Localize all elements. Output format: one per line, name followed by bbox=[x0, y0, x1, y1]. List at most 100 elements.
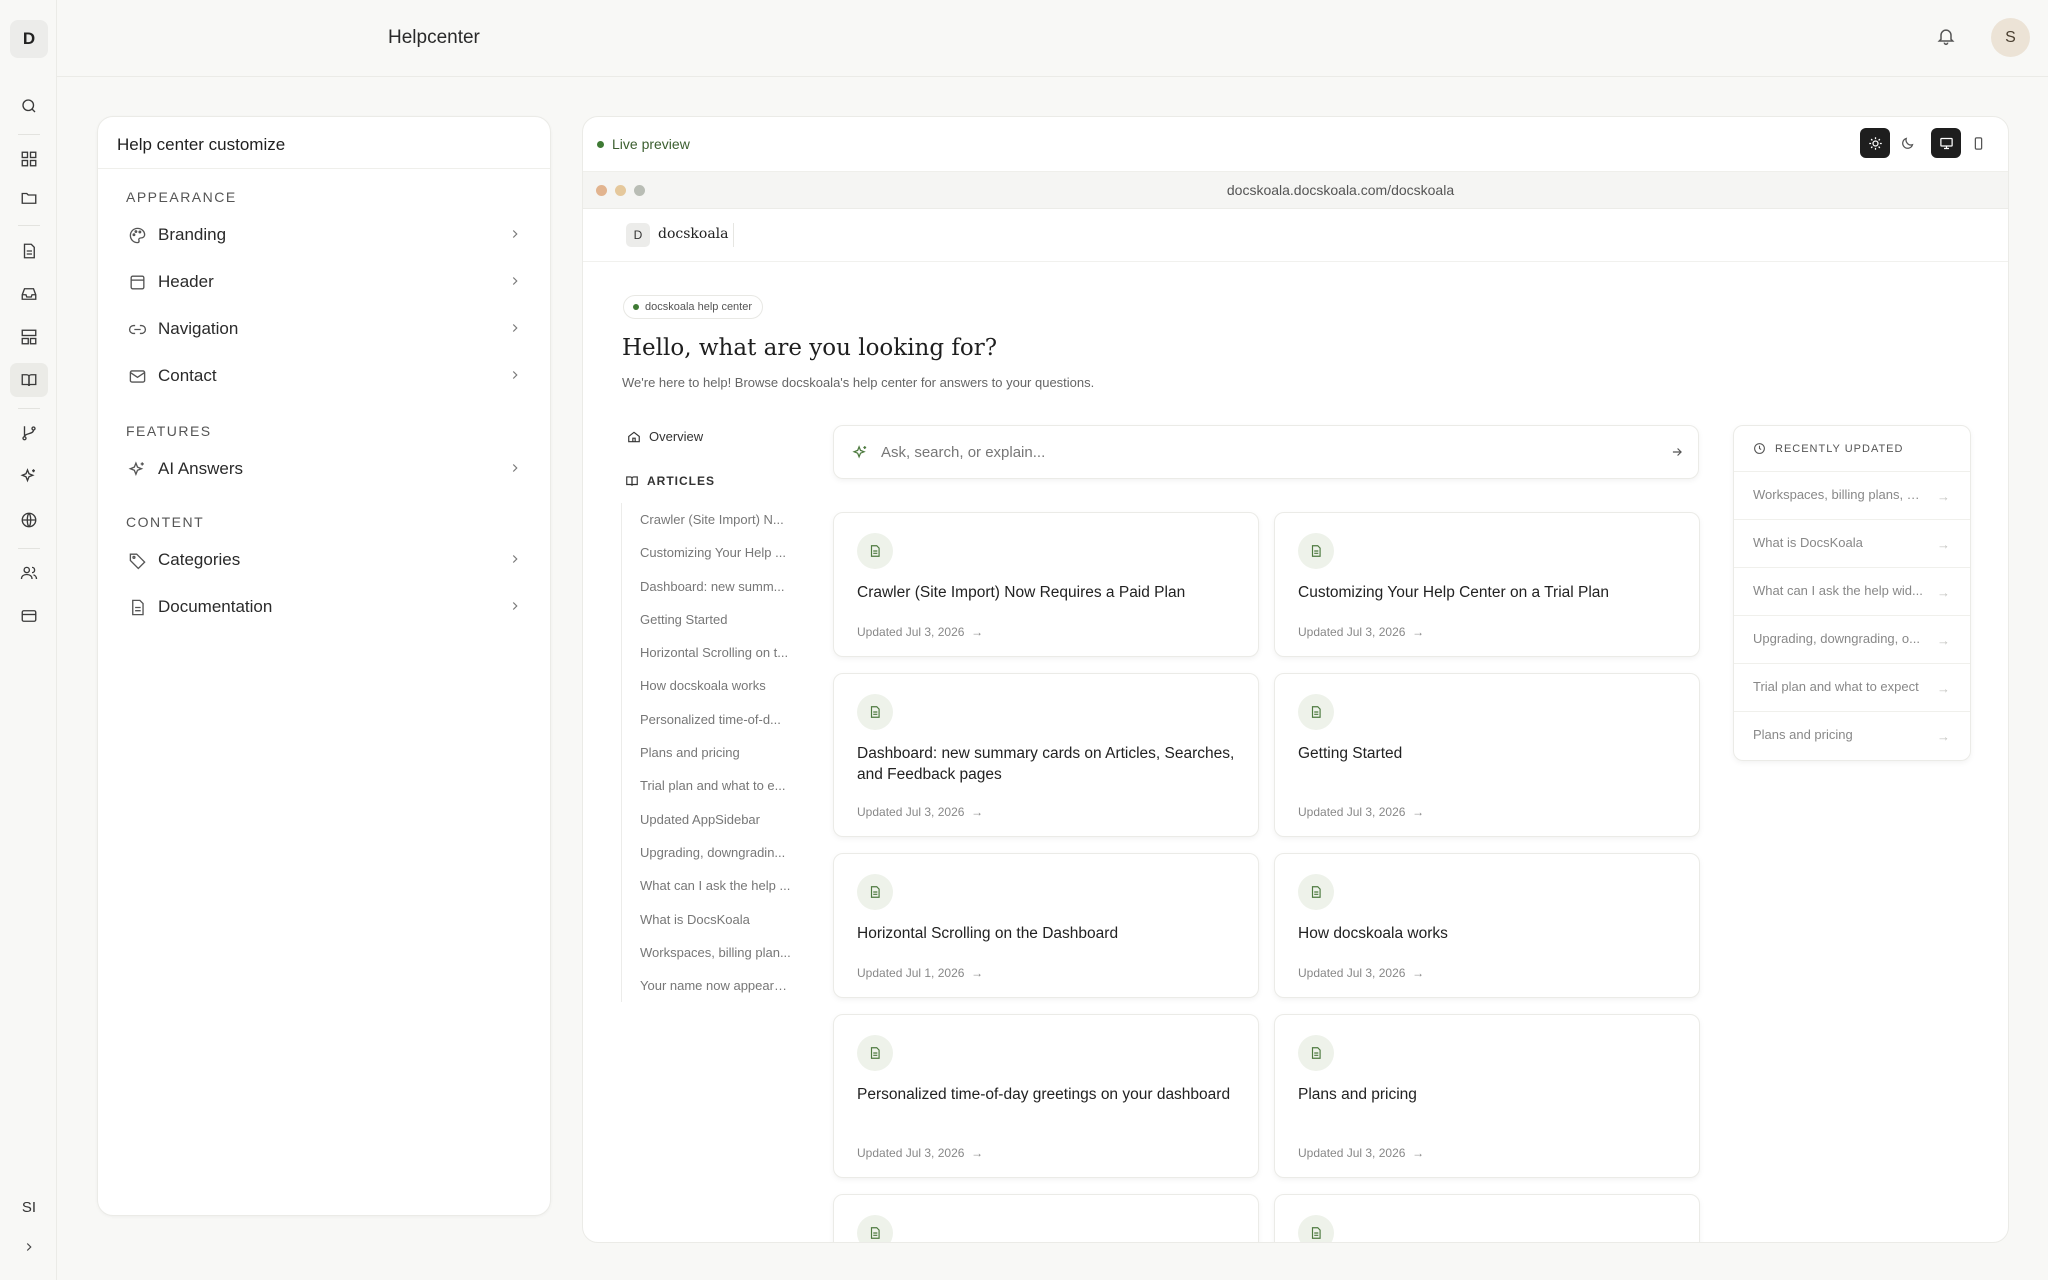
mobile-icon[interactable] bbox=[1963, 128, 1993, 158]
folder-icon[interactable] bbox=[10, 181, 48, 215]
file-icon bbox=[857, 874, 893, 910]
git-branch-icon[interactable] bbox=[10, 416, 48, 450]
sidebar-article-link[interactable]: Personalized time-of-d... bbox=[622, 703, 791, 736]
credit-card-icon[interactable] bbox=[10, 599, 48, 633]
file-icon bbox=[1298, 1215, 1334, 1242]
inbox-icon[interactable] bbox=[10, 277, 48, 311]
recent-article-link[interactable]: Plans and pricing → bbox=[1734, 712, 1970, 760]
window-icon bbox=[126, 271, 148, 293]
help-search-input[interactable]: Ask, search, or explain... bbox=[833, 425, 1699, 479]
menu-item-header[interactable]: Header bbox=[126, 264, 526, 300]
sidebar-article-link[interactable]: Horizontal Scrolling on t... bbox=[622, 636, 791, 669]
document-icon[interactable] bbox=[10, 234, 48, 268]
menu-item-branding[interactable]: Branding bbox=[126, 217, 526, 253]
preview-toolbar: Live preview bbox=[583, 117, 2008, 172]
article-card[interactable]: How docskoala works Updated Jul 3, 2026 … bbox=[1274, 853, 1700, 998]
sidebar-article-link[interactable]: Workspaces, billing plan... bbox=[622, 936, 791, 969]
sidebar-article-link[interactable]: Crawler (Site Import) N... bbox=[622, 503, 791, 536]
recent-article-link[interactable]: Workspaces, billing plans, a... → bbox=[1734, 472, 1970, 520]
users-icon[interactable] bbox=[10, 556, 48, 590]
recent-article-link[interactable]: What is DocsKoala → bbox=[1734, 520, 1970, 568]
browser-bar: docskoala.docskoala.com/docskoala bbox=[583, 172, 2008, 209]
article-card[interactable]: Crawler (Site Import) Now Requires a Pai… bbox=[833, 512, 1259, 657]
palette-icon bbox=[126, 224, 148, 246]
article-card[interactable] bbox=[833, 1194, 1259, 1242]
book-open-icon[interactable] bbox=[10, 363, 48, 397]
sparkles-icon bbox=[126, 458, 148, 480]
site-logo[interactable]: D bbox=[626, 223, 650, 247]
file-icon bbox=[1298, 1035, 1334, 1071]
sidebar-article-link[interactable]: Plans and pricing bbox=[622, 736, 791, 769]
menu-item-categories[interactable]: Categories bbox=[126, 542, 526, 578]
menu-item-contact[interactable]: Contact bbox=[126, 358, 526, 394]
menu-item-ai-answers[interactable]: AI Answers bbox=[126, 451, 526, 487]
app-rail: D SI bbox=[0, 0, 57, 1280]
article-card-title: Customizing Your Help Center on a Trial … bbox=[1298, 584, 1610, 601]
chevron-right-icon bbox=[508, 274, 522, 288]
article-card[interactable]: Personalized time-of-day greetings on yo… bbox=[833, 1014, 1259, 1178]
menu-item-documentation[interactable]: Documentation bbox=[126, 589, 526, 625]
article-card-date: Updated Jul 3, 2026 → bbox=[857, 805, 984, 819]
sidebar-article-link[interactable]: Getting Started bbox=[622, 603, 791, 636]
article-card-date: Updated Jul 3, 2026 → bbox=[1298, 625, 1425, 639]
recent-article-link[interactable]: What can I ask the help wid... → bbox=[1734, 568, 1970, 616]
arrow-right-icon[interactable] bbox=[1670, 445, 1684, 459]
sidebar-article-link[interactable]: Upgrading, downgradin... bbox=[622, 836, 791, 869]
dashboard-icon[interactable] bbox=[10, 142, 48, 176]
sidebar-article-link[interactable]: What can I ask the help ... bbox=[622, 869, 791, 902]
article-card-date: Updated Jul 3, 2026 → bbox=[857, 625, 984, 639]
sparkles-icon[interactable] bbox=[10, 459, 48, 493]
article-card-date: Updated Jul 3, 2026 → bbox=[857, 1146, 984, 1160]
desktop-icon[interactable] bbox=[1931, 128, 1961, 158]
sidebar-article-link[interactable]: How docskoala works bbox=[622, 669, 791, 702]
user-initials[interactable]: SI bbox=[10, 1190, 48, 1224]
hero-subtitle: We're here to help! Browse docskoala's h… bbox=[622, 375, 1095, 390]
sidebar-article-link[interactable]: Customizing Your Help ... bbox=[622, 536, 791, 569]
article-card[interactable]: Plans and pricing Updated Jul 3, 2026 → bbox=[1274, 1014, 1700, 1178]
article-card[interactable]: Dashboard: new summary cards on Articles… bbox=[833, 673, 1259, 837]
sidebar-article-link[interactable]: Your name now appears... bbox=[622, 969, 791, 1002]
link-icon bbox=[126, 318, 148, 340]
recent-article-link[interactable]: Upgrading, downgrading, o... → bbox=[1734, 616, 1970, 664]
menu-item-label: Documentation bbox=[158, 597, 273, 616]
sidebar-article-link[interactable]: Trial plan and what to e... bbox=[622, 769, 791, 802]
layout-icon[interactable] bbox=[10, 320, 48, 354]
arrow-right-icon: → bbox=[1937, 537, 1950, 552]
sidebar-article-link[interactable]: Updated AppSidebar bbox=[622, 803, 791, 836]
recently-updated-panel: RECENTLY UPDATED Workspaces, billing pla… bbox=[1733, 425, 1971, 761]
mail-icon bbox=[126, 365, 148, 387]
sidebar-articles-heading: ARTICLES bbox=[625, 474, 715, 488]
menu-item-navigation[interactable]: Navigation bbox=[126, 311, 526, 347]
sidebar-overview-link[interactable]: Overview bbox=[627, 429, 703, 444]
tag-icon bbox=[126, 549, 148, 571]
home-icon bbox=[627, 430, 641, 444]
globe-icon[interactable] bbox=[10, 503, 48, 537]
chevron-right-icon[interactable] bbox=[10, 1230, 48, 1264]
avatar[interactable]: S bbox=[1991, 18, 2030, 57]
arrow-right-icon: → bbox=[1937, 681, 1950, 696]
bell-icon[interactable] bbox=[1936, 26, 1956, 46]
page-title: Helpcenter bbox=[388, 27, 480, 48]
site-name[interactable]: docskoala bbox=[658, 226, 729, 242]
device-toggle bbox=[1931, 128, 1993, 160]
sidebar-article-link[interactable]: Dashboard: new summ... bbox=[622, 570, 791, 603]
article-card[interactable]: Horizontal Scrolling on the Dashboard Up… bbox=[833, 853, 1259, 998]
sun-icon[interactable] bbox=[1860, 128, 1890, 158]
hero-title: Hello, what are you looking for? bbox=[622, 335, 998, 361]
search-placeholder: Ask, search, or explain... bbox=[881, 443, 1046, 461]
customize-title: Help center customize bbox=[98, 117, 550, 169]
file-icon bbox=[1298, 533, 1334, 569]
moon-icon[interactable] bbox=[1892, 128, 1922, 158]
site-header: D docskoala bbox=[583, 209, 2008, 262]
chevron-right-icon bbox=[508, 368, 522, 382]
workspace-logo[interactable]: D bbox=[10, 20, 48, 58]
search-icon[interactable] bbox=[10, 89, 48, 123]
sidebar-article-link[interactable]: What is DocsKoala bbox=[622, 903, 791, 936]
article-card[interactable]: Customizing Your Help Center on a Trial … bbox=[1274, 512, 1700, 657]
article-card-title: Horizontal Scrolling on the Dashboard bbox=[857, 925, 1119, 942]
recent-article-link[interactable]: Trial plan and what to expect → bbox=[1734, 664, 1970, 712]
file-icon bbox=[857, 694, 893, 730]
article-card[interactable]: Getting Started Updated Jul 3, 2026 → bbox=[1274, 673, 1700, 837]
article-card[interactable] bbox=[1274, 1194, 1700, 1242]
chevron-right-icon bbox=[508, 461, 522, 475]
